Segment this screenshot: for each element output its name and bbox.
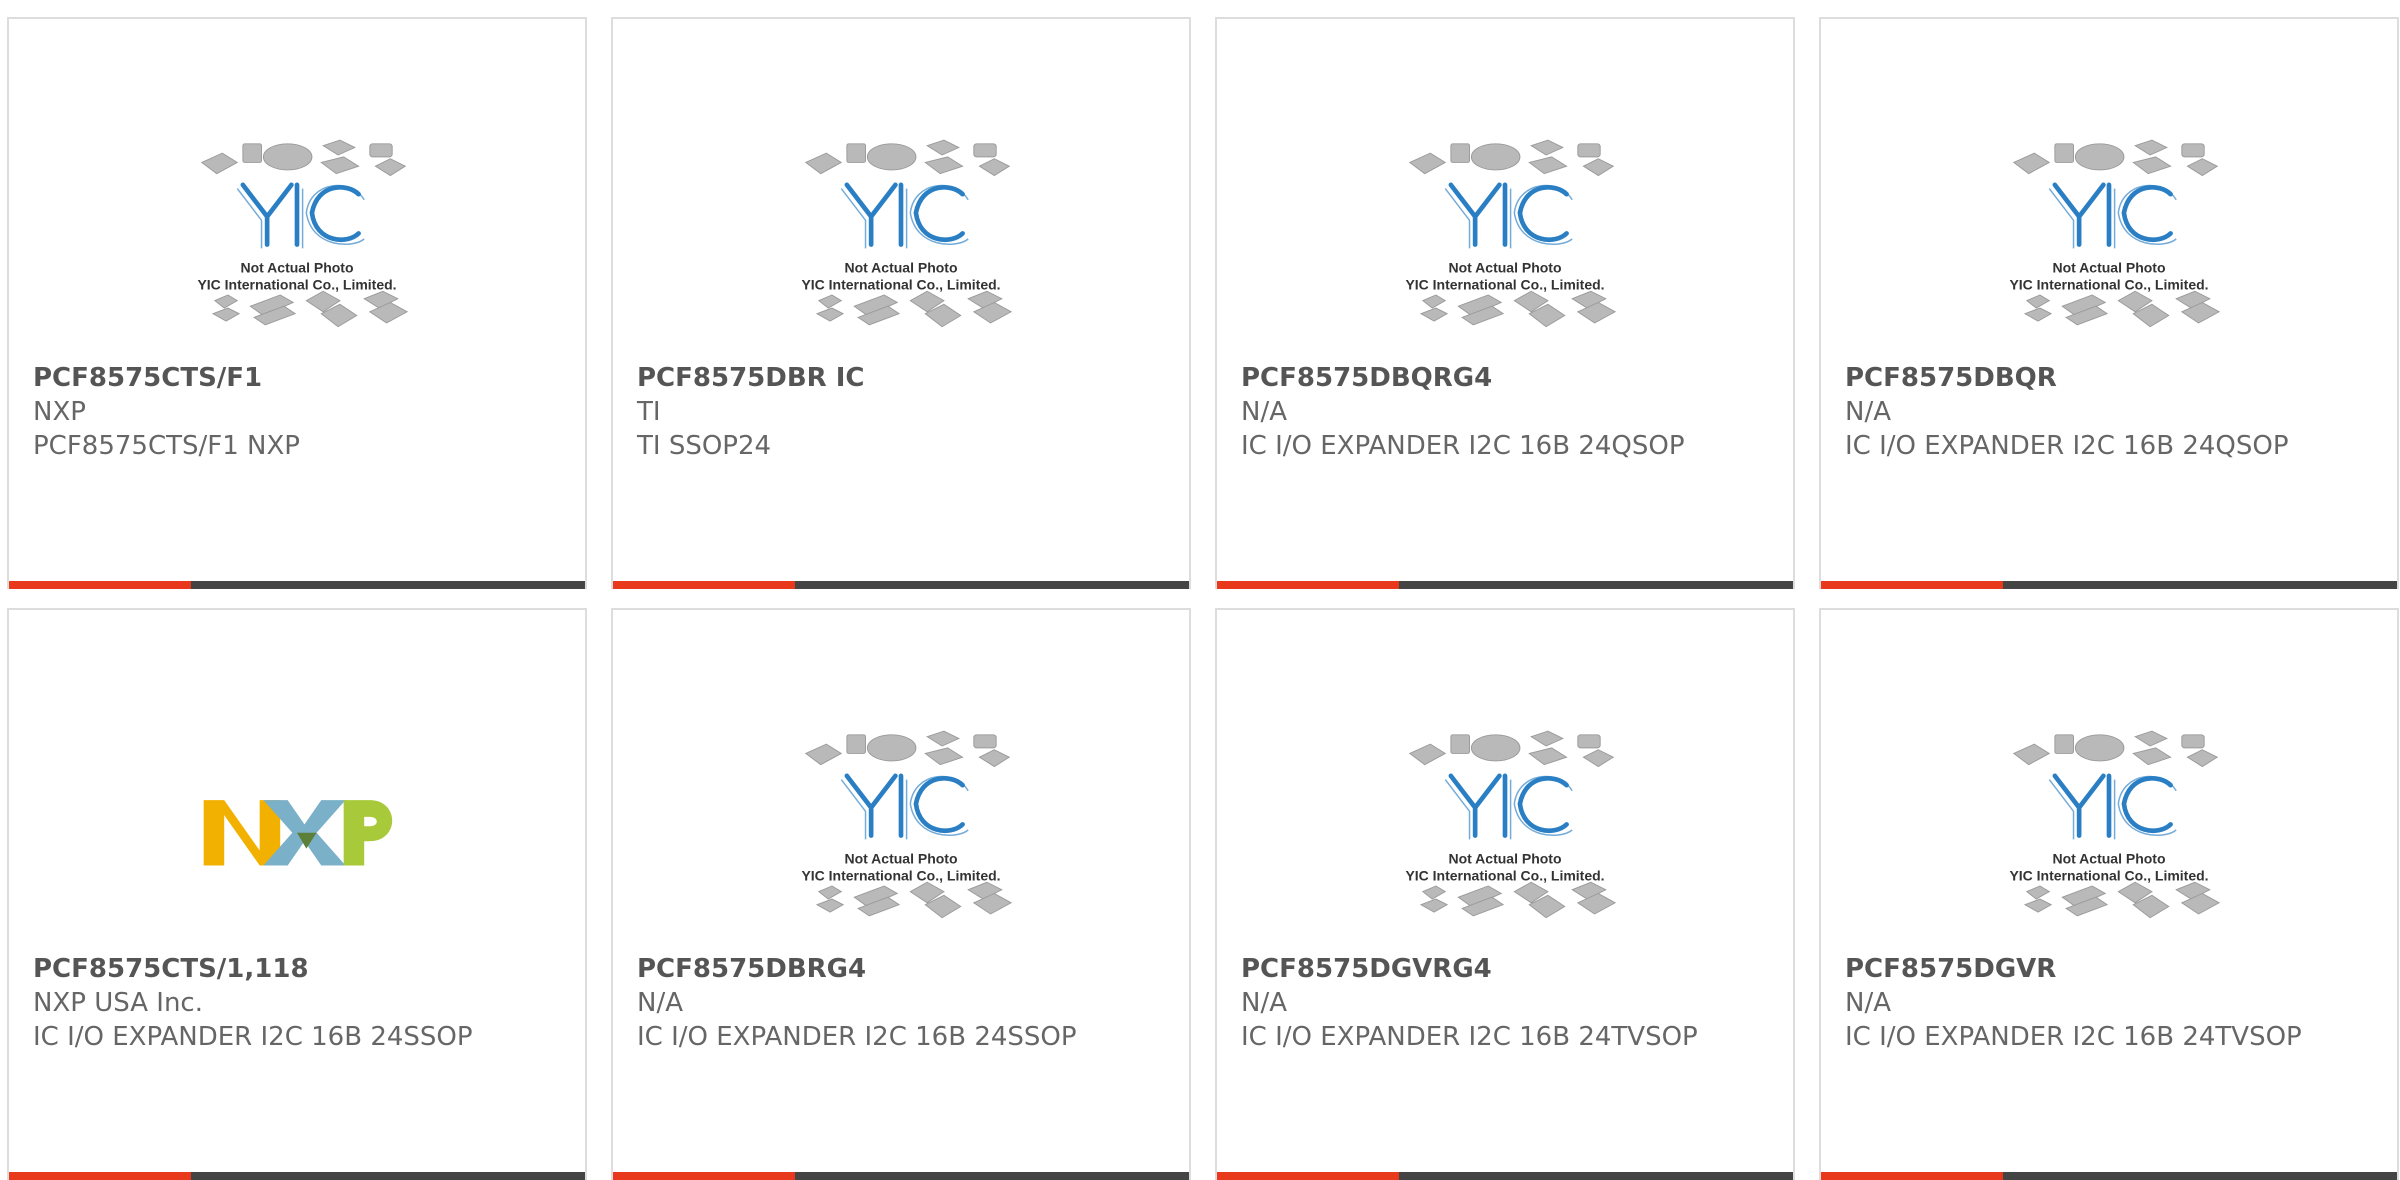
card-footer-bar [613,1172,1189,1180]
part-number[interactable]: PCF8575DBR IC [637,361,1169,395]
yic-placeholder-image[interactable]: Not Actual Photo YIC International Co., … [1969,99,2249,379]
part-number[interactable]: PCF8575DGVRG4 [1241,952,1773,986]
svg-text:YIC International Co., Limited: YIC International Co., Limited. [1405,276,1604,292]
brand-name: N/A [637,988,683,1018]
part-number[interactable]: PCF8575CTS/F1 [33,361,565,395]
part-number[interactable]: PCF8575DBQRG4 [1241,361,1773,395]
yic-placeholder-image[interactable]: Not Actual Photo YIC International Co., … [1365,690,1645,970]
product-description: IC I/O EXPANDER I2C 16B 24TVSOP [1241,1022,1698,1052]
yic-placeholder-image[interactable]: Not Actual Photo YIC International Co., … [1365,99,1645,379]
product-info: PCF8575DBRG4 N/A IC I/O EXPANDER I2C 16B… [637,952,1169,1054]
svg-text:Not Actual Photo: Not Actual Photo [1448,851,1561,867]
card-footer-bar [9,1172,585,1180]
yic-placeholder-image[interactable]: Not Actual Photo YIC International Co., … [157,99,437,379]
product-info: PCF8575DGVR N/A IC I/O EXPANDER I2C 16B … [1845,952,2377,1054]
brand-name: N/A [1241,988,1287,1018]
yic-placeholder-image[interactable]: Not Actual Photo YIC International Co., … [1969,690,2249,970]
card-footer-bar [9,581,585,589]
svg-text:Not Actual Photo: Not Actual Photo [2052,260,2165,276]
svg-text:YIC International Co., Limited: YIC International Co., Limited. [1405,867,1604,883]
product-info: PCF8575DBQRG4 N/A IC I/O EXPANDER I2C 16… [1241,361,1773,463]
brand-name: NXP USA Inc. [33,988,203,1018]
card-footer-accent [1217,581,1399,589]
part-number[interactable]: PCF8575DBQR [1845,361,2377,395]
part-number[interactable]: PCF8575DBRG4 [637,952,1169,986]
product-info: PCF8575CTS/F1 NXP PCF8575CTS/F1 NXP [33,361,565,463]
nxp-logo-image[interactable] [157,690,437,970]
svg-text:Not Actual Photo: Not Actual Photo [844,260,957,276]
product-grid: Not Actual Photo YIC International Co., … [7,17,2399,1180]
product-info: PCF8575DBR IC TI TI SSOP24 [637,361,1169,463]
svg-text:Not Actual Photo: Not Actual Photo [844,851,957,867]
part-number[interactable]: PCF8575CTS/1,118 [33,952,565,986]
brand-name: N/A [1845,397,1891,427]
product-info: PCF8575CTS/1,118 NXP USA Inc. IC I/O EXP… [33,952,565,1054]
product-description: IC I/O EXPANDER I2C 16B 24QSOP [1845,431,2289,461]
svg-text:YIC International Co., Limited: YIC International Co., Limited. [801,867,1000,883]
card-footer-accent [9,581,191,589]
product-description: IC I/O EXPANDER I2C 16B 24TVSOP [1845,1022,2302,1052]
svg-text:YIC International Co., Limited: YIC International Co., Limited. [801,276,1000,292]
card-footer-bar [1217,581,1793,589]
product-card[interactable]: Not Actual Photo YIC International Co., … [611,17,1191,589]
card-footer-bar [613,581,1189,589]
product-description: IC I/O EXPANDER I2C 16B 24QSOP [1241,431,1685,461]
brand-name: NXP [33,397,86,427]
svg-text:Not Actual Photo: Not Actual Photo [2052,851,2165,867]
card-footer-accent [1217,1172,1399,1180]
product-description: IC I/O EXPANDER I2C 16B 24SSOP [33,1022,473,1052]
svg-text:YIC International Co., Limited: YIC International Co., Limited. [2009,276,2208,292]
card-footer-accent [9,1172,191,1180]
yic-placeholder-image[interactable]: Not Actual Photo YIC International Co., … [761,99,1041,379]
product-description: PCF8575CTS/F1 NXP [33,431,300,461]
product-card[interactable]: Not Actual Photo YIC International Co., … [1819,17,2399,589]
card-footer-accent [1821,1172,2003,1180]
product-info: PCF8575DBQR N/A IC I/O EXPANDER I2C 16B … [1845,361,2377,463]
brand-name: N/A [1845,988,1891,1018]
product-card[interactable]: PCF8575CTS/1,118 NXP USA Inc. IC I/O EXP… [7,608,587,1180]
svg-text:Not Actual Photo: Not Actual Photo [240,260,353,276]
product-card[interactable]: Not Actual Photo YIC International Co., … [7,17,587,589]
svg-text:YIC International Co., Limited: YIC International Co., Limited. [2009,867,2208,883]
card-footer-bar [1821,581,2397,589]
brand-name: N/A [1241,397,1287,427]
product-description: TI SSOP24 [637,431,772,461]
product-card[interactable]: Not Actual Photo YIC International Co., … [1215,17,1795,589]
card-footer-accent [613,581,795,589]
card-footer-bar [1821,1172,2397,1180]
product-card[interactable]: Not Actual Photo YIC International Co., … [611,608,1191,1180]
product-description: IC I/O EXPANDER I2C 16B 24SSOP [637,1022,1077,1052]
svg-text:YIC International Co., Limited: YIC International Co., Limited. [197,276,396,292]
product-info: PCF8575DGVRG4 N/A IC I/O EXPANDER I2C 16… [1241,952,1773,1054]
part-number[interactable]: PCF8575DGVR [1845,952,2377,986]
product-card[interactable]: Not Actual Photo YIC International Co., … [1819,608,2399,1180]
yic-placeholder-image[interactable]: Not Actual Photo YIC International Co., … [761,690,1041,970]
svg-text:Not Actual Photo: Not Actual Photo [1448,260,1561,276]
card-footer-accent [613,1172,795,1180]
card-footer-bar [1217,1172,1793,1180]
card-footer-accent [1821,581,2003,589]
product-card[interactable]: Not Actual Photo YIC International Co., … [1215,608,1795,1180]
brand-name: TI [637,397,661,427]
